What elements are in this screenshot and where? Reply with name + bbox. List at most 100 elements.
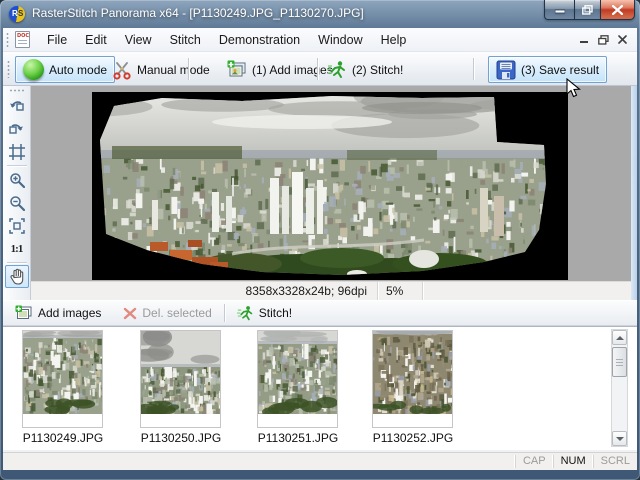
stitch-label: (2) Stitch! bbox=[352, 63, 403, 77]
minimize-icon bbox=[555, 5, 565, 14]
zoom-level: 5% bbox=[378, 282, 423, 300]
panorama-render bbox=[92, 92, 568, 280]
rotate-right-icon bbox=[8, 121, 25, 136]
thumbnail-filename: P1130250.JPG bbox=[126, 431, 236, 445]
mdi-close-icon[interactable] bbox=[618, 35, 627, 44]
rotate-left-button[interactable] bbox=[5, 94, 29, 117]
scrollbar-thumb[interactable] bbox=[612, 347, 627, 377]
pano-clearing bbox=[347, 270, 367, 278]
pan-tool-button[interactable] bbox=[5, 265, 29, 288]
status-bar: CAP NUM SCRL bbox=[3, 452, 637, 470]
zoom-in-button[interactable] bbox=[5, 168, 29, 191]
scissors-icon bbox=[112, 60, 132, 80]
main-toolbar: Auto mode Manual mode bbox=[3, 52, 637, 86]
films-stitch-icon bbox=[237, 305, 254, 322]
window-title: RasterStitch Panorama x64 - [P1130249.JP… bbox=[32, 6, 364, 20]
films-add-images-button[interactable]: Add images bbox=[7, 302, 109, 324]
crop-button[interactable] bbox=[5, 140, 29, 163]
thumbnail-filename: P1130252.JPG bbox=[358, 431, 468, 445]
view-toolbar-grip[interactable] bbox=[9, 89, 25, 92]
stitch-button[interactable]: (2) Stitch! bbox=[319, 56, 411, 83]
menu-help[interactable]: Help bbox=[372, 30, 416, 50]
view-toolbar-separator bbox=[7, 262, 27, 263]
menu-edit[interactable]: Edit bbox=[76, 30, 116, 50]
menu-stitch[interactable]: Stitch bbox=[161, 30, 210, 50]
menu-view[interactable]: View bbox=[116, 30, 161, 50]
thumbnail-card[interactable] bbox=[140, 330, 221, 428]
scroll-down-button[interactable] bbox=[612, 431, 627, 446]
thumbnail-image bbox=[23, 331, 102, 414]
scroll-up-button[interactable] bbox=[612, 330, 627, 345]
close-button[interactable] bbox=[601, 0, 635, 20]
view-toolbar: 1:1 bbox=[3, 86, 31, 300]
zoom-out-icon bbox=[9, 195, 25, 211]
document-icon[interactable] bbox=[15, 31, 30, 48]
panorama-canvas[interactable] bbox=[31, 86, 631, 281]
manual-mode-button[interactable]: Manual mode bbox=[104, 56, 218, 83]
toolbar-grip[interactable] bbox=[7, 60, 10, 78]
scroll-down-icon bbox=[616, 437, 624, 441]
menubar-grip[interactable] bbox=[6, 32, 9, 48]
films-toolbar: Add images Del. selected Stitch! bbox=[3, 300, 637, 326]
app-icon: RS bbox=[9, 6, 25, 22]
menu-demonstration[interactable]: Demonstration bbox=[210, 30, 309, 50]
save-result-button[interactable]: (3) Save result bbox=[488, 56, 607, 83]
stitch-runner-icon bbox=[327, 60, 347, 80]
films-stitch-button[interactable]: Stitch! bbox=[229, 302, 300, 324]
actual-size-label: 1:1 bbox=[11, 243, 23, 255]
hand-icon bbox=[9, 268, 25, 285]
caps-lock-indicator: CAP bbox=[515, 455, 553, 468]
crop-icon bbox=[9, 144, 25, 160]
toolbar-separator bbox=[317, 58, 318, 80]
num-lock-indicator: NUM bbox=[553, 455, 593, 468]
title-bar[interactable]: RS RasterStitch Panorama x64 - [P1130249… bbox=[0, 0, 640, 28]
minimize-button[interactable] bbox=[544, 0, 574, 20]
auto-mode-button[interactable]: Auto mode bbox=[15, 56, 115, 83]
image-workspace: 1:1 bbox=[3, 86, 637, 300]
pano-parking-lot bbox=[409, 250, 439, 268]
manual-mode-label: Manual mode bbox=[137, 63, 210, 77]
scroll-lock-indicator: SCRL bbox=[593, 455, 637, 468]
rotate-right-button[interactable] bbox=[5, 117, 29, 140]
stitched-panorama-image[interactable] bbox=[92, 92, 568, 280]
thumbnail-card[interactable] bbox=[372, 330, 453, 428]
delete-selected-label: Del. selected bbox=[142, 306, 211, 320]
client-area: File Edit View Stitch Demonstration Wind… bbox=[3, 28, 637, 470]
fit-to-window-icon bbox=[9, 218, 25, 234]
toolbar-separator bbox=[188, 58, 189, 80]
thumbnail-card[interactable] bbox=[22, 330, 103, 428]
auto-mode-label: Auto mode bbox=[49, 63, 107, 77]
delete-icon bbox=[123, 307, 137, 320]
thumbnail-scrollbar[interactable] bbox=[611, 329, 628, 447]
mdi-restore-icon[interactable] bbox=[598, 35, 609, 45]
restore-icon bbox=[582, 5, 593, 15]
add-images-icon bbox=[227, 60, 247, 79]
image-dimensions: 8358x3328x24b; 96dpi bbox=[31, 282, 378, 300]
auto-mode-icon bbox=[23, 59, 44, 80]
rotate-left-icon bbox=[8, 98, 25, 113]
menu-bar: File Edit View Stitch Demonstration Wind… bbox=[3, 28, 637, 52]
restore-button[interactable] bbox=[574, 0, 601, 20]
menu-window[interactable]: Window bbox=[309, 30, 371, 50]
mdi-minimize-icon[interactable] bbox=[580, 35, 589, 44]
films-toolbar-separator bbox=[224, 304, 225, 322]
save-icon bbox=[496, 60, 516, 80]
films-add-images-icon bbox=[15, 305, 33, 321]
thumbnail-card[interactable] bbox=[257, 330, 338, 428]
delete-selected-button[interactable]: Del. selected bbox=[115, 302, 219, 324]
save-result-label: (3) Save result bbox=[521, 63, 599, 77]
thumbnail-image bbox=[258, 331, 337, 414]
films-add-images-label: Add images bbox=[38, 306, 101, 320]
image-status-bar: 8358x3328x24b; 96dpi 5% bbox=[31, 281, 631, 300]
scroll-up-icon bbox=[616, 336, 624, 340]
films-stitch-label: Stitch! bbox=[259, 306, 292, 320]
fit-to-window-button[interactable] bbox=[5, 214, 29, 237]
close-icon bbox=[612, 5, 623, 15]
thumbnail-image bbox=[373, 331, 452, 414]
actual-size-button[interactable]: 1:1 bbox=[5, 237, 29, 260]
thumbnail-image bbox=[141, 331, 220, 414]
zoom-in-icon bbox=[9, 172, 25, 188]
thumbnail-strip: P1130249.JPG P1130250.JPG P1130251.JPG P… bbox=[3, 326, 637, 450]
zoom-out-button[interactable] bbox=[5, 191, 29, 214]
menu-file[interactable]: File bbox=[38, 30, 76, 50]
